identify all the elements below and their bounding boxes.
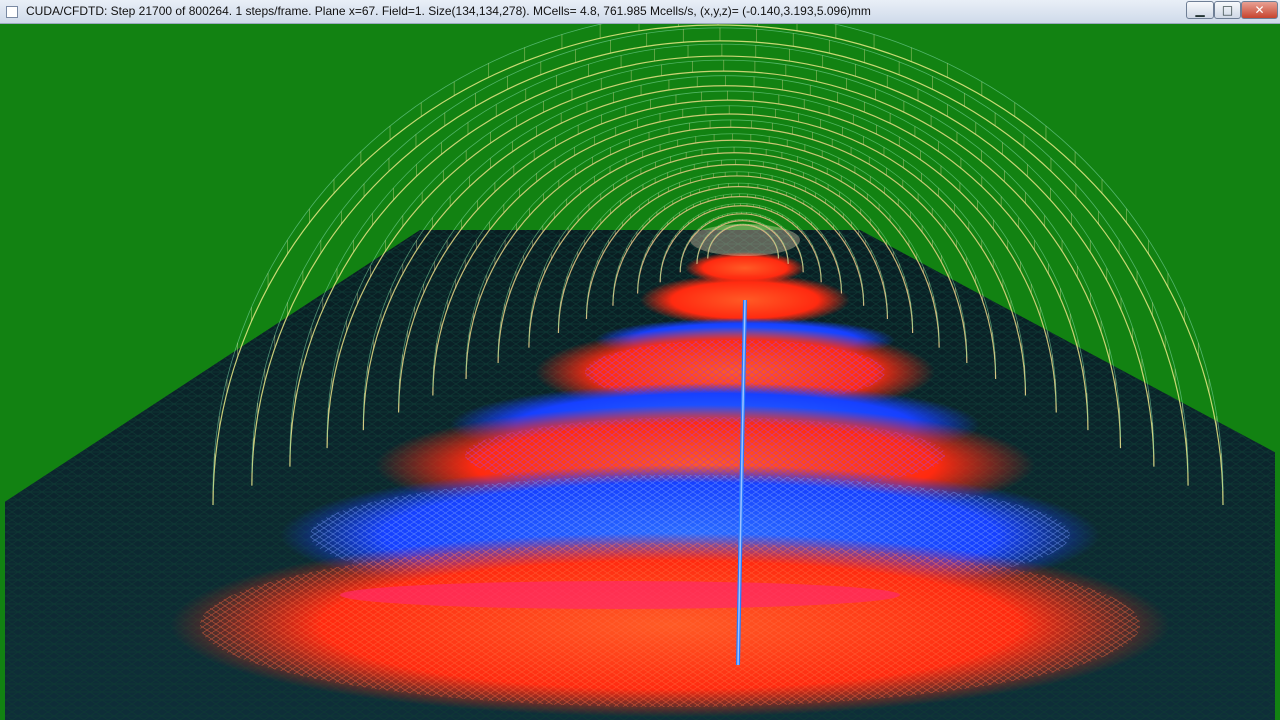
maximize-button[interactable]: □ xyxy=(1214,1,1241,19)
window-title: CUDA/CFDTD: Step 21700 of 800264. 1 step… xyxy=(26,4,871,18)
field-render xyxy=(5,24,1275,720)
simulation-viewport[interactable] xyxy=(5,24,1275,720)
app-icon[interactable] xyxy=(6,6,18,18)
minimize-button[interactable]: ▁ xyxy=(1186,1,1214,19)
title-bar[interactable]: CUDA/CFDTD: Step 21700 of 800264. 1 step… xyxy=(0,0,1280,24)
close-button[interactable]: ✕ xyxy=(1241,1,1278,19)
app-window: CUDA/CFDTD: Step 21700 of 800264. 1 step… xyxy=(0,0,1280,720)
